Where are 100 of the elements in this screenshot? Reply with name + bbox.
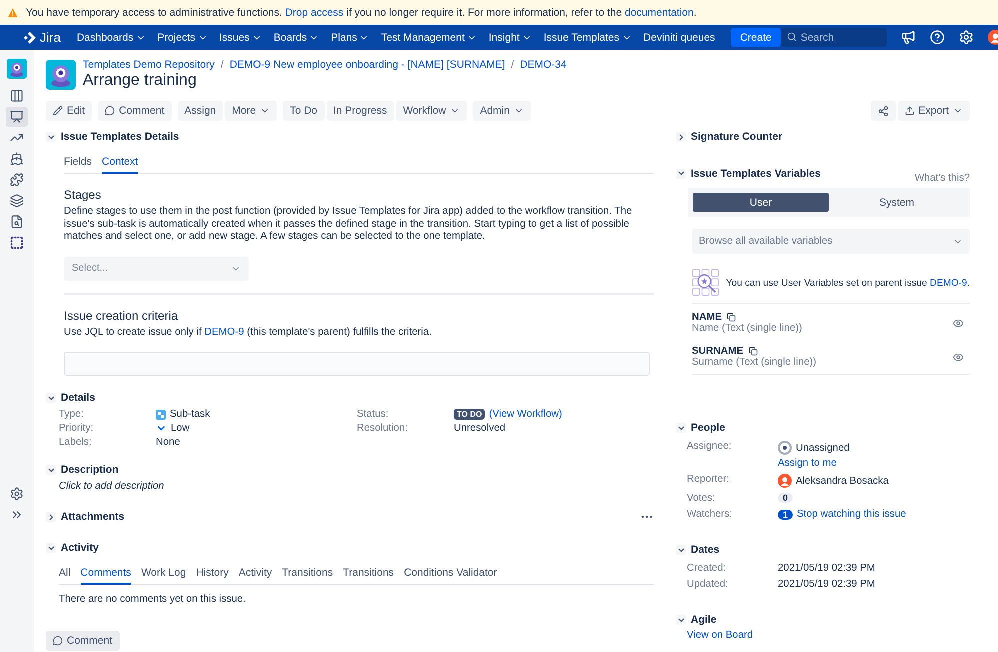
breadcrumb-link[interactable]: DEMO-9 New employee onboarding - [NAME] [SURNAME] [230, 59, 506, 71]
tab[interactable]: Activity [238, 563, 272, 586]
subtask-icon [156, 410, 166, 420]
toolbar-button[interactable]: Admin [473, 101, 531, 121]
variable-type: Name (Text (single line)) [692, 323, 802, 334]
tab[interactable]: Work Log [141, 563, 186, 586]
section-title: People [691, 422, 726, 434]
ship-icon [10, 152, 24, 166]
nav-menu[interactable]: Projects [152, 25, 214, 50]
section-toggle[interactable] [46, 512, 56, 522]
nav-menu[interactable]: Dashboards [70, 25, 152, 50]
tab[interactable]: Conditions Validator [404, 563, 498, 586]
section-heading: Stages [64, 188, 102, 202]
workflow-link[interactable]: (View Workflow) [489, 409, 562, 420]
description-placeholder[interactable]: Click to add description [59, 481, 654, 492]
tab[interactable]: Context [102, 152, 138, 174]
megaphone-icon[interactable] [900, 30, 916, 45]
section-toggle[interactable] [676, 423, 686, 433]
create-button[interactable]: Create [731, 28, 781, 47]
breadcrumb-link[interactable]: DEMO-34 [520, 59, 567, 71]
toolbar-button[interactable]: To Do [283, 101, 324, 121]
field-label: Type: [59, 409, 85, 420]
tab[interactable]: All [59, 563, 71, 586]
toolbar-button[interactable]: Workflow [396, 101, 468, 121]
toggle-option[interactable]: System [829, 193, 965, 212]
variable-name: SURNAME [692, 346, 744, 357]
tab[interactable]: History [196, 563, 229, 586]
board-link[interactable]: View on Board [687, 630, 970, 641]
section-toggle[interactable] [46, 465, 56, 476]
section-toggle[interactable] [676, 132, 686, 142]
breadcrumb-separator: / [220, 59, 224, 71]
stages-description: Define stages to use them in the post function (provided by Issue Templates for Jira app) added to the workflow transition. The issue's sub-task is automatically created when it passes the defined stage in the transition. Start typing to get a list of possible matches and select one, or add new stage. A few stages can be selected to the one template. [64, 206, 634, 244]
toolbar-button[interactable]: In Progress [326, 101, 394, 121]
help-icon[interactable] [930, 30, 945, 45]
nav-menu[interactable]: Issues [214, 25, 268, 50]
tab[interactable]: Transitions [282, 563, 334, 586]
field-value: Sub-task [170, 409, 210, 420]
issue-link[interactable]: DEMO-9 [930, 278, 968, 288]
field-label: Updated: [687, 579, 730, 590]
field-value: None [156, 437, 180, 448]
search-icon [786, 32, 797, 42]
field-value: 2021/05/19 02:39 PM [778, 563, 876, 574]
sidebar-item[interactable] [6, 107, 28, 127]
sidebar-item[interactable] [6, 59, 28, 79]
breadcrumb-link[interactable]: Templates Demo Repository [83, 59, 215, 71]
section-title: Agile [691, 614, 717, 626]
toolbar-button[interactable]: Comment [98, 101, 172, 121]
nav-menu[interactable]: Insight [482, 25, 538, 50]
field-label: Reporter: [687, 474, 730, 487]
variables-dropdown[interactable]: Browse all available variables [692, 229, 970, 254]
section-toggle[interactable] [46, 132, 56, 142]
toolbar-button[interactable]: Edit [46, 101, 92, 121]
tab[interactable]: Transitions [343, 563, 394, 586]
nav-menu[interactable]: Test Management [375, 25, 483, 50]
section-toggle[interactable] [46, 543, 56, 554]
notice-link[interactable]: documentation [624, 6, 694, 18]
profile-avatar[interactable] [988, 30, 998, 45]
nav-menu[interactable]: Issue Templates [538, 25, 638, 50]
toggle-option[interactable]: User [693, 193, 829, 212]
section-toggle[interactable] [676, 168, 686, 178]
section-toggle[interactable] [676, 545, 686, 555]
section-toggle[interactable] [46, 393, 56, 404]
app-icon [10, 236, 24, 250]
nav-menu[interactable]: Plans [325, 25, 376, 50]
comment-button[interactable]: Comment [46, 631, 120, 652]
toolbar-button[interactable]: Assign [178, 101, 224, 121]
issue-link[interactable]: DEMO-9 [204, 326, 244, 338]
tab[interactable]: Comments [80, 563, 132, 586]
criteria-description: Use JQL to create issue only if DEMO-9 (this template's parent) fulfills the criteria. [64, 326, 433, 340]
empty-message: There are no comments yet on this issue. [59, 594, 247, 606]
copy-icon[interactable] [727, 313, 736, 322]
user-avatar [778, 474, 792, 488]
toolbar-button[interactable]: More [225, 101, 278, 121]
search-field[interactable]: Search [780, 28, 887, 47]
section-title: Dates [691, 544, 720, 556]
field-label: Votes: [687, 493, 716, 504]
eye-icon[interactable] [953, 352, 964, 362]
nav-menu[interactable]: Deviniti queues [638, 25, 722, 50]
eye-icon[interactable] [953, 318, 964, 328]
tab[interactable]: Fields [64, 152, 92, 174]
section-toggle[interactable] [676, 615, 686, 625]
watcher-count: 1 [778, 510, 794, 520]
watch-link[interactable]: Stop watching this issue [797, 509, 906, 520]
section-title: Attachments [61, 511, 125, 524]
nav-menu[interactable]: Boards [268, 25, 326, 50]
field-value: Low [171, 423, 190, 434]
jql-input[interactable] [64, 352, 650, 376]
logo-icon [24, 32, 36, 44]
help-link[interactable]: What's this? [914, 173, 970, 184]
settings-icon[interactable] [958, 30, 974, 45]
project-avatar [46, 60, 76, 90]
settings-icon [10, 487, 24, 501]
field-label: Watchers: [687, 509, 734, 520]
share-button[interactable] [870, 101, 896, 121]
toolbar-button[interactable]: Export [898, 101, 970, 121]
field-label: Assignee: [687, 441, 733, 454]
jira-logo[interactable]: Jira [8, 30, 71, 45]
notice-link[interactable]: Drop access [285, 6, 344, 18]
copy-icon[interactable] [748, 347, 758, 356]
assign-link[interactable]: Assign to me [778, 458, 970, 469]
